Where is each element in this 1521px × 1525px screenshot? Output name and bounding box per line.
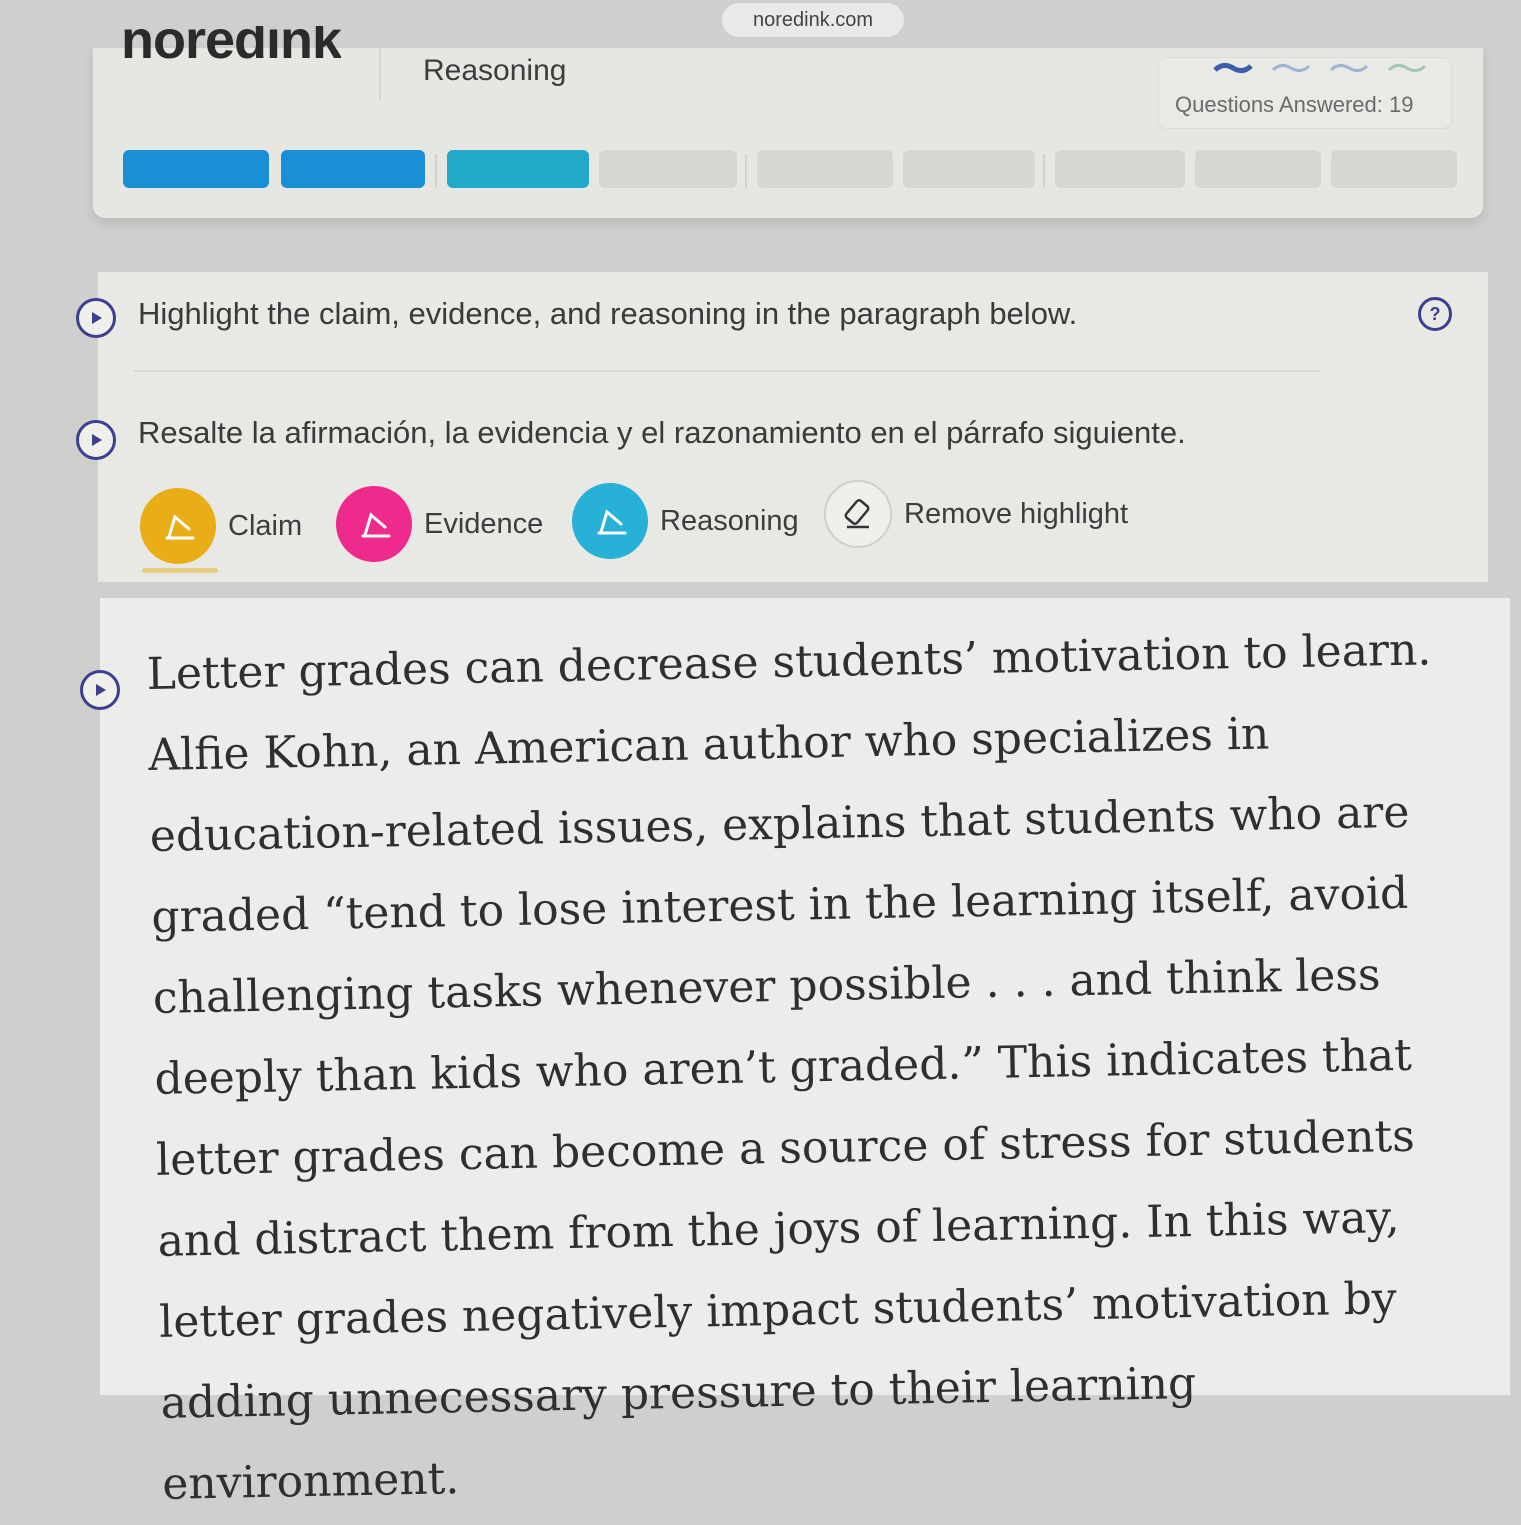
progress-segment xyxy=(281,150,425,188)
progress-segment xyxy=(599,150,737,188)
evidence-tool[interactable]: Evidence xyxy=(336,486,543,562)
highlighter-icon xyxy=(597,509,627,535)
logo-text: noredink xyxy=(121,26,342,66)
questions-answered: Questions Answered: 19 xyxy=(1175,92,1414,117)
instruction-spanish: Resalte la afirmación, la evidencia y el… xyxy=(138,415,1186,450)
wave-icon xyxy=(1271,63,1311,73)
claim-selected-indicator xyxy=(142,568,218,573)
evidence-label: Evidence xyxy=(424,507,544,540)
remove-highlight-tool[interactable]: Remove highlight xyxy=(824,480,1128,548)
header-divider xyxy=(379,48,381,100)
subject-title: Reasoning xyxy=(423,54,567,87)
claim-label: Claim xyxy=(228,509,303,542)
play-icon xyxy=(96,684,106,696)
url-bar[interactable]: noredink.com xyxy=(722,3,904,37)
highlighter-icon xyxy=(165,514,195,540)
questions-answered-box: Questions Answered: 19 xyxy=(1159,58,1451,128)
reasoning-label: Reasoning xyxy=(660,504,799,537)
highlighter-icon xyxy=(361,512,391,538)
wave-icon xyxy=(1213,62,1253,74)
progress-bar xyxy=(123,150,1457,190)
progress-segment xyxy=(1195,150,1321,188)
evidence-tool-circle[interactable] xyxy=(336,486,412,562)
help-icon[interactable]: ? xyxy=(1418,297,1452,331)
progress-segment xyxy=(1055,150,1185,188)
play-icon xyxy=(92,434,102,446)
highlightable-paragraph[interactable]: Letter grades can decrease students’ mot… xyxy=(146,609,1483,1525)
claim-tool-circle[interactable] xyxy=(140,488,216,564)
progress-segment xyxy=(1331,150,1457,188)
instruction-english: Highlight the claim, evidence, and reaso… xyxy=(138,296,1078,331)
progress-segment xyxy=(447,150,589,188)
wave-icon xyxy=(1329,63,1369,73)
audio-play-button-spanish[interactable] xyxy=(76,420,116,460)
play-icon xyxy=(92,312,102,324)
progress-segment xyxy=(757,150,893,188)
eraser-icon xyxy=(844,499,870,529)
progress-divider xyxy=(1043,154,1045,188)
audio-play-button-english[interactable] xyxy=(76,298,116,338)
progress-segment xyxy=(123,150,269,188)
progress-divider xyxy=(435,154,437,188)
remove-highlight-circle[interactable] xyxy=(824,480,892,548)
progress-divider xyxy=(745,154,747,188)
url-text: noredink.com xyxy=(752,8,874,31)
logo[interactable]: noredink xyxy=(121,26,341,66)
audio-play-button-paragraph[interactable] xyxy=(80,670,120,710)
progress-waves xyxy=(1213,60,1427,74)
reasoning-tool-circle[interactable] xyxy=(572,483,648,559)
wave-icon xyxy=(1387,63,1427,73)
reasoning-tool[interactable]: Reasoning xyxy=(572,483,799,559)
claim-tool[interactable]: Claim xyxy=(140,488,302,564)
instruction-divider xyxy=(134,370,1320,372)
header: noredink Reasoning Questions Answered: 1… xyxy=(93,26,1483,218)
remove-highlight-label: Remove highlight xyxy=(904,497,1129,530)
progress-segment xyxy=(903,150,1035,188)
